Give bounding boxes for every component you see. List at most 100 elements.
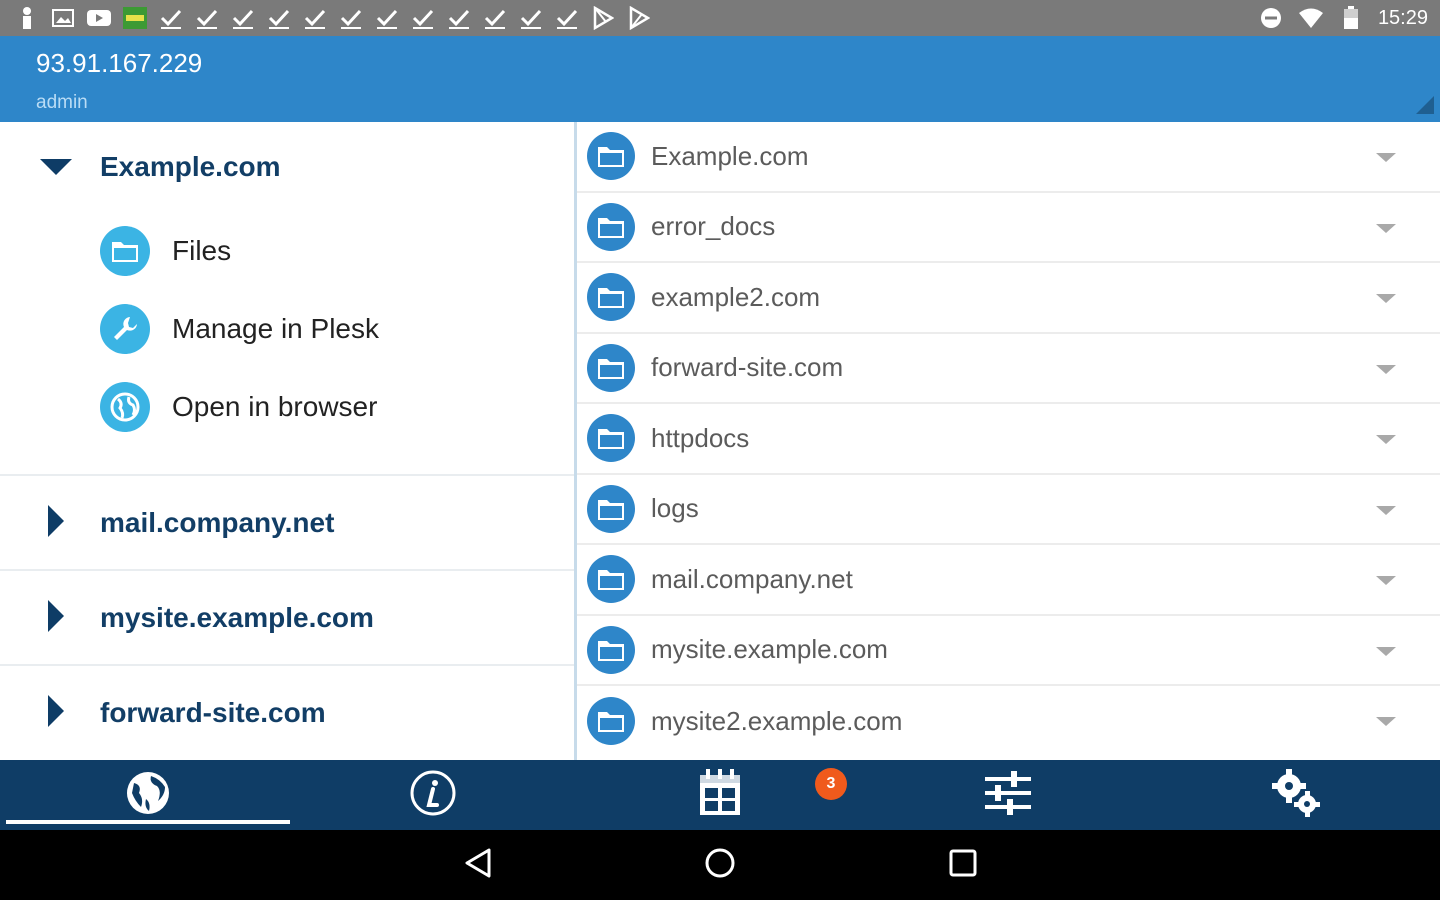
recents-square-icon: [948, 848, 978, 882]
list-item[interactable]: httpdocs: [577, 404, 1440, 475]
file-list: Example.com error_docs example2.com forw…: [577, 122, 1440, 760]
folder-icon: [587, 414, 635, 463]
domain-action-files[interactable]: Files: [0, 212, 576, 290]
check-icon: [302, 5, 328, 31]
domain-title: forward-site.com: [100, 697, 326, 728]
app-bar: 93.91.167.229 admin: [0, 36, 1440, 122]
server-user: admin: [36, 92, 88, 113]
domain-header-mail-company[interactable]: mail.company.net: [0, 476, 576, 569]
domain-header-mysite-example[interactable]: mysite.example.com: [0, 571, 576, 664]
domain-group-collapsed: mail.company.net: [0, 476, 576, 571]
chevron-down-icon[interactable]: [1376, 223, 1396, 233]
tab-info[interactable]: [290, 760, 576, 830]
clock: 15:29: [1377, 6, 1428, 29]
folder-icon: [587, 484, 635, 533]
active-tab-indicator: [6, 820, 290, 824]
file-name: mail.company.net: [651, 563, 853, 594]
domain-list: Example.com Files Manage in Plesk Open i…: [0, 122, 576, 760]
chevron-down-icon[interactable]: [1376, 717, 1396, 726]
list-item[interactable]: forward-site.com: [577, 334, 1440, 404]
file-name: httpdocs: [651, 422, 750, 453]
check-icon: [158, 5, 184, 31]
chevron-down-icon[interactable]: [1376, 364, 1396, 374]
file-name: example2.com: [651, 281, 821, 312]
image-icon: [50, 5, 76, 31]
folder-icon: [587, 625, 635, 674]
chevron-down-icon[interactable]: [1376, 435, 1396, 444]
youtube-icon: [86, 5, 112, 31]
file-name: Example.com: [651, 140, 809, 171]
folder-icon: [587, 273, 635, 322]
file-name: error_docs: [651, 211, 776, 242]
folder-icon: [587, 343, 635, 392]
domain-group-collapsed: forward-site.com: [0, 666, 576, 760]
check-icon: [482, 5, 508, 31]
battery-icon: [1338, 5, 1364, 31]
expand-triangle-icon: [48, 600, 64, 632]
domain-title: Example.com: [100, 151, 281, 182]
check-icon: [374, 5, 400, 31]
file-name: mysite2.example.com: [651, 705, 903, 736]
manage-in-plesk-label: Manage in Plesk: [172, 313, 380, 344]
server-host: 93.91.167.229: [36, 48, 203, 78]
domain-header-forward-site[interactable]: forward-site.com: [0, 666, 576, 760]
back-button[interactable]: [458, 845, 498, 885]
domain-title: mail.company.net: [100, 506, 335, 538]
globe-icon: [124, 769, 172, 821]
list-item[interactable]: Example.com: [577, 122, 1440, 193]
play-store-icon: [590, 5, 616, 31]
open-in-browser-label: Open in browser: [172, 391, 378, 422]
chevron-down-icon[interactable]: [1376, 505, 1396, 515]
wifi-icon: [1298, 5, 1324, 31]
list-item[interactable]: mail.company.net: [577, 545, 1440, 616]
home-circle-icon: [704, 847, 736, 883]
domain-group-collapsed: mysite.example.com: [0, 571, 576, 666]
domain-action-manage-in-plesk[interactable]: Manage in Plesk: [0, 290, 576, 368]
collapse-triangle-icon: [40, 159, 72, 175]
expand-triangle-icon: [48, 695, 64, 727]
account-dropdown-corner[interactable]: [1416, 96, 1434, 114]
home-button[interactable]: [700, 845, 740, 885]
list-item[interactable]: mysite2.example.com: [577, 686, 1440, 757]
domain-group-expanded: Example.com Files Manage in Plesk Open i…: [0, 122, 576, 476]
file-name: forward-site.com: [651, 352, 844, 383]
folder-icon: [100, 226, 150, 276]
list-item[interactable]: logs: [577, 475, 1440, 545]
calendar-icon: [698, 769, 742, 821]
domain-header-example[interactable]: Example.com: [0, 122, 576, 212]
check-icon: [194, 5, 220, 31]
chevron-down-icon[interactable]: [1376, 294, 1396, 303]
do-not-disturb-icon: [1258, 5, 1284, 31]
folder-icon: [587, 132, 635, 181]
recents-button[interactable]: [943, 845, 983, 885]
system-nav-bar: [0, 830, 1440, 900]
notification-icons: [14, 4, 652, 32]
list-item[interactable]: mysite.example.com: [577, 616, 1440, 686]
tab-settings-sliders[interactable]: [864, 760, 1152, 830]
list-item[interactable]: error_docs: [577, 193, 1440, 263]
check-icon: [230, 5, 256, 31]
check-icon: [446, 5, 472, 31]
sliders-icon: [983, 769, 1033, 821]
globe-icon: [100, 382, 150, 432]
person-icon: [14, 5, 40, 31]
domain-title: mysite.example.com: [100, 601, 374, 633]
tab-system-settings[interactable]: [1152, 760, 1440, 830]
wrench-icon: [100, 304, 150, 354]
gears-icon: [1271, 768, 1321, 822]
notification-badge: 3: [815, 768, 847, 800]
chevron-down-icon[interactable]: [1376, 576, 1396, 585]
domain-action-open-in-browser[interactable]: Open in browser: [0, 368, 576, 446]
files-label: Files: [172, 235, 232, 266]
check-icon: [518, 5, 544, 31]
chevron-down-icon[interactable]: [1376, 153, 1396, 162]
list-item[interactable]: example2.com: [577, 263, 1440, 334]
folder-icon: [587, 202, 635, 251]
chevron-down-icon[interactable]: [1376, 646, 1396, 656]
check-icon: [410, 5, 436, 31]
check-icon: [266, 5, 292, 31]
file-name: mysite.example.com: [651, 634, 888, 665]
back-triangle-icon: [463, 847, 493, 883]
folder-icon: [587, 555, 635, 604]
bottom-tab-bar: 3: [0, 760, 1440, 830]
